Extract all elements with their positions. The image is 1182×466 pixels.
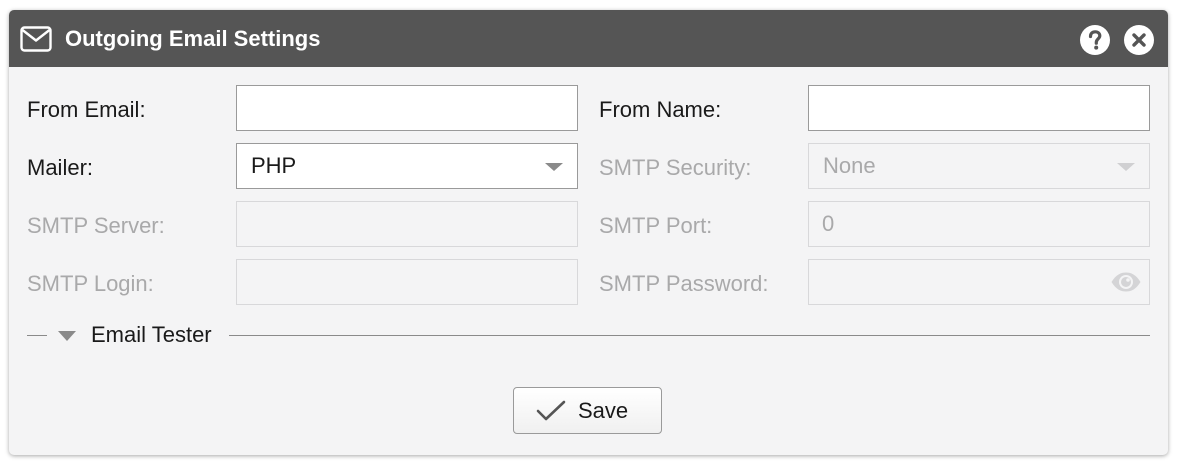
outgoing-email-settings-dialog: Outgoing Email Settings From Email: From… (9, 10, 1168, 455)
smtp-login-input[interactable] (236, 259, 578, 305)
smtp-password-label: SMTP Password: (599, 271, 769, 296)
email-tester-toggle[interactable]: Email Tester (91, 321, 212, 349)
from-name-label: From Name: (599, 97, 722, 122)
save-label: Save (578, 398, 629, 423)
smtp-login-label: SMTP Login: (27, 271, 154, 296)
mailer-select[interactable]: PHP (236, 143, 578, 189)
checkmark-icon (536, 400, 566, 421)
chevron-down-icon (545, 163, 563, 171)
eye-icon[interactable] (1110, 271, 1142, 293)
smtp-password-input[interactable] (808, 259, 1150, 305)
help-button[interactable] (1080, 25, 1110, 55)
close-icon (1132, 33, 1146, 47)
from-email-input[interactable] (236, 85, 578, 131)
save-button[interactable]: Save (513, 387, 662, 434)
smtp-server-input[interactable] (236, 201, 578, 247)
dialog-title: Outgoing Email Settings (65, 26, 321, 51)
smtp-security-select[interactable]: None (808, 143, 1150, 189)
chevron-down-icon[interactable] (58, 331, 76, 341)
help-icon (1088, 30, 1102, 50)
smtp-port-label: SMTP Port: (599, 213, 713, 238)
dialog-titlebar: Outgoing Email Settings (9, 10, 1168, 67)
chevron-down-icon (1117, 163, 1135, 171)
divider (27, 335, 47, 336)
mailer-label: Mailer: (27, 155, 94, 180)
divider (229, 335, 1150, 336)
smtp-security-label: SMTP Security: (599, 155, 752, 180)
close-button[interactable] (1124, 25, 1154, 55)
from-name-input[interactable] (808, 85, 1150, 131)
smtp-security-selected-value: None (823, 153, 876, 178)
mailer-selected-value: PHP (251, 153, 297, 178)
smtp-port-input[interactable] (808, 201, 1150, 247)
envelope-icon (20, 26, 52, 52)
from-email-label: From Email: (27, 97, 146, 122)
smtp-server-label: SMTP Server: (27, 213, 165, 238)
